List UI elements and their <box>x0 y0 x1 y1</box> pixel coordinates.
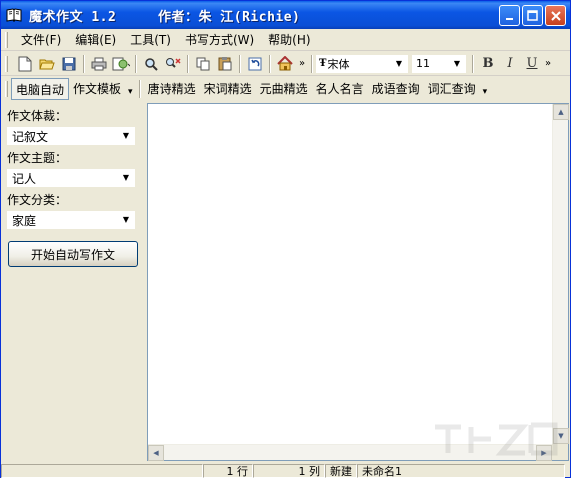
chevron-down-icon: ▼ <box>395 59 403 68</box>
menu-file[interactable]: 文件(F) <box>14 31 68 50</box>
tab-essay-template[interactable]: 作文模板 <box>69 78 125 100</box>
menu-help[interactable]: 帮助(H) <box>261 31 317 50</box>
tabbar-separator <box>138 80 141 98</box>
save-icon[interactable] <box>58 53 80 75</box>
status-filename: 未命名1 <box>357 463 565 478</box>
underline-button[interactable]: U <box>521 53 543 75</box>
print-preview-icon[interactable] <box>110 53 132 75</box>
status-row: 1 行 <box>203 463 253 478</box>
window-title: 魔术作文 1.2 作者：朱 江(Richie) <box>29 9 301 25</box>
tab-bar: 电脑自动 作文模板 ▾ 唐诗精选 宋词精选 元曲精选 名人名言 成语查询 词汇查… <box>1 77 570 101</box>
toolbar-overflow-icon[interactable]: » <box>296 53 308 75</box>
start-auto-write-button[interactable]: 开始自动写作文 <box>8 241 138 267</box>
theme-label: 作文主题： <box>7 151 68 165</box>
toolbar-separator <box>83 54 85 73</box>
category-value: 家庭 <box>12 214 37 228</box>
toolbar: » Ŧ 宋体 ▼ 11 ▼ B I U » <box>1 52 570 76</box>
menu-writing-mode[interactable]: 书写方式(W) <box>178 31 261 50</box>
scroll-up-icon[interactable]: ▲ <box>553 104 569 120</box>
chevron-down-icon: ▼ <box>453 59 461 68</box>
chevron-down-icon: ▼ <box>122 131 130 140</box>
genre-value: 记叙文 <box>12 130 49 144</box>
toolbar-separator <box>187 54 189 73</box>
vertical-scrollbar[interactable]: ▲ ▼ <box>552 104 569 444</box>
toolbar-separator <box>311 54 313 73</box>
minimize-button[interactable] <box>499 5 520 26</box>
editor-area[interactable]: ▲ ▼ ◀ ▶ <box>147 103 569 461</box>
theme-select[interactable]: 记人 ▼ <box>7 169 135 187</box>
menu-bar: 文件(F) 编辑(E) 工具(T) 书写方式(W) 帮助(H) <box>1 30 570 51</box>
print-icon[interactable] <box>88 53 110 75</box>
font-name-select[interactable]: Ŧ 宋体 ▼ <box>316 54 408 73</box>
paste-icon[interactable] <box>214 53 236 75</box>
toolbar-grip[interactable] <box>5 55 8 72</box>
tab-song-ci[interactable]: 宋词精选 <box>200 78 256 100</box>
menu-edit[interactable]: 编辑(E) <box>68 31 123 50</box>
status-bar: 1 行 1 列 新建 未命名1 <box>1 463 570 478</box>
tab-yuan-qu[interactable]: 元曲精选 <box>256 78 312 100</box>
menu-tools[interactable]: 工具(T) <box>123 31 178 50</box>
genre-select[interactable]: 记叙文 ▼ <box>7 127 135 145</box>
scroll-left-icon[interactable]: ◀ <box>148 445 164 461</box>
tab-idiom-lookup[interactable]: 成语查询 <box>368 78 424 100</box>
status-message-panel <box>1 463 203 478</box>
toolbar-separator <box>472 54 474 73</box>
chevron-down-icon[interactable]: ▾ <box>480 78 491 100</box>
tab-vocabulary-lookup[interactable]: 词汇查询 <box>424 78 480 100</box>
status-col: 1 列 <box>253 463 325 478</box>
status-state: 新建 <box>325 463 357 478</box>
genre-label: 作文体裁： <box>7 109 68 123</box>
copy-icon[interactable] <box>192 53 214 75</box>
maximize-button[interactable] <box>522 5 543 26</box>
app-window: 魔术作文 1.2 作者：朱 江(Richie) 文件(F) 编辑(E) 工具(T… <box>0 0 571 478</box>
toolbar-separator <box>135 54 137 73</box>
replace-icon[interactable] <box>162 53 184 75</box>
chevron-down-icon: ▼ <box>122 215 130 224</box>
bold-button[interactable]: B <box>477 53 499 75</box>
close-button[interactable] <box>545 5 566 26</box>
left-panel: 作文体裁： 记叙文 ▼ 作文主题： 记人 ▼ 作文分类： 家庭 ▼ 开始自动写作… <box>1 103 145 461</box>
title-bar[interactable]: 魔术作文 1.2 作者：朱 江(Richie) <box>1 1 570 29</box>
new-file-icon[interactable] <box>14 53 36 75</box>
undo-icon[interactable] <box>244 53 266 75</box>
tabbar-grip[interactable] <box>5 81 8 97</box>
find-icon[interactable] <box>140 53 162 75</box>
truetype-icon: Ŧ <box>319 58 327 69</box>
italic-button[interactable]: I <box>499 53 521 75</box>
home-icon[interactable] <box>274 53 296 75</box>
toolbar-overflow-icon[interactable]: » <box>543 53 553 75</box>
watermark-logo <box>435 422 558 456</box>
toolbar-separator <box>239 54 241 73</box>
category-label: 作文分类： <box>7 193 68 207</box>
category-select[interactable]: 家庭 ▼ <box>7 211 135 229</box>
theme-value: 记人 <box>12 172 37 186</box>
open-folder-icon[interactable] <box>36 53 58 75</box>
chevron-down-icon[interactable]: ▾ <box>125 78 136 100</box>
chevron-down-icon: ▼ <box>122 173 130 182</box>
book-icon <box>5 7 23 23</box>
tab-famous-quotes[interactable]: 名人名言 <box>312 78 368 100</box>
font-size-select[interactable]: 11 ▼ <box>412 54 466 73</box>
tab-tang-poems[interactable]: 唐诗精选 <box>144 78 200 100</box>
menu-grip[interactable] <box>5 32 8 48</box>
toolbar-separator <box>269 54 271 73</box>
font-name-value: 宋体 <box>327 57 350 71</box>
font-size-value: 11 <box>416 57 430 70</box>
tab-auto-write[interactable]: 电脑自动 <box>11 78 70 100</box>
